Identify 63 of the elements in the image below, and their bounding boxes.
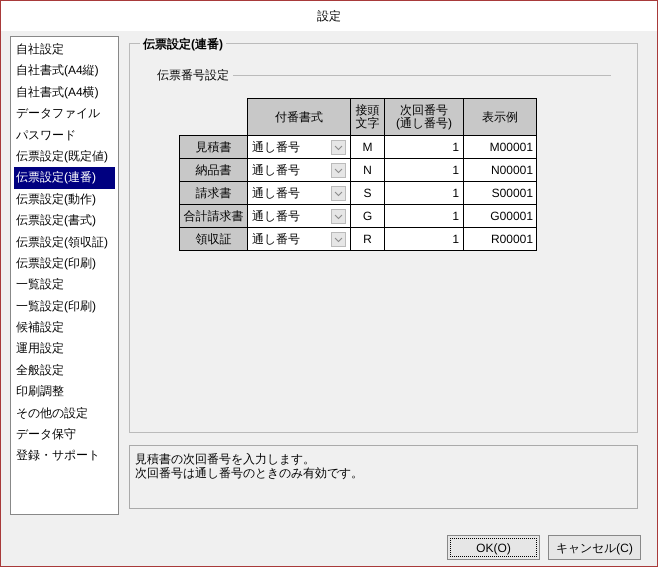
chevron-down-icon (331, 186, 346, 200)
window-title: 設定 (317, 8, 341, 25)
format-dropdown[interactable]: 通し番号 (248, 204, 350, 228)
column-header: 文字 (354, 117, 380, 130)
number-field[interactable]: 1 (384, 136, 464, 158)
sidebar-item[interactable]: 候補設定 (14, 317, 115, 338)
column-header: 接頭 (354, 104, 380, 117)
sidebar-item[interactable]: 登録・サポート (14, 445, 115, 467)
row-header: 領収証 (180, 228, 248, 250)
column-header: 付番書式 (274, 110, 324, 124)
row-header: 納品書 (180, 158, 248, 182)
dialog-button[interactable]: キャンセル(C) (548, 535, 641, 560)
chevron-down-icon (331, 140, 346, 154)
table-cell: M (350, 136, 384, 158)
number-field[interactable]: 1 (384, 204, 464, 228)
row-header: 合計請求書 (180, 204, 248, 228)
sidebar-item[interactable]: 自社書式(A4縦) (14, 60, 115, 82)
format-dropdown[interactable]: 通し番号 (248, 136, 350, 158)
table-cell: M00001 (464, 136, 536, 158)
sidebar-item[interactable]: 伝票設定(領収証) (14, 232, 115, 253)
chevron-down-icon (331, 232, 346, 246)
format-dropdown[interactable]: 通し番号 (248, 182, 350, 204)
sidebar-item[interactable]: 印刷調整 (14, 381, 115, 403)
table-cell: G00001 (464, 204, 536, 228)
sidebar-item[interactable]: 伝票設定(印刷) (14, 252, 115, 274)
table-cell: S00001 (464, 182, 536, 204)
table-cell: N (350, 158, 384, 182)
sidebar-item[interactable]: 自社設定 (14, 39, 115, 60)
table-cell: S (350, 182, 384, 204)
sidebar-item[interactable]: パスワード (14, 124, 115, 146)
sidebar-item[interactable]: 一覧設定(印刷) (14, 296, 115, 318)
sidebar-item[interactable]: 伝票設定(動作) (14, 188, 115, 210)
sidebar-item[interactable]: データ保守 (14, 424, 115, 446)
sidebar-item[interactable]: 伝票設定(書式) (14, 210, 115, 232)
chevron-down-icon (331, 208, 346, 224)
number-field[interactable]: 1 (384, 182, 464, 204)
section-title: 伝票番号設定 (157, 67, 229, 84)
row-header: 請求書 (180, 182, 248, 204)
number-field[interactable]: 1 (384, 228, 464, 250)
format-dropdown[interactable]: 通し番号 (248, 228, 350, 250)
help-text: 見積書の次回番号を入力します。 (135, 452, 316, 466)
sidebar-item[interactable]: 一覧設定 (14, 274, 115, 296)
row-header: 見積書 (180, 136, 248, 158)
column-header: 表示例 (481, 110, 519, 124)
table-cell: G (350, 204, 384, 228)
dialog-button[interactable]: OK(O) (447, 535, 540, 560)
sidebar-item[interactable]: データファイル (14, 103, 115, 125)
column-header: 次回番号 (399, 104, 449, 117)
sidebar-item[interactable]: 運用設定 (14, 338, 115, 360)
chevron-down-icon (331, 162, 346, 178)
sidebar-item[interactable]: その他の設定 (14, 402, 115, 424)
sidebar-item[interactable]: 伝票設定(連番) (14, 167, 115, 189)
sidebar-item[interactable]: 全般設定 (14, 360, 115, 382)
table-cell: R00001 (464, 228, 536, 250)
table-cell: R (350, 228, 384, 250)
table-cell: N00001 (464, 158, 536, 182)
group-title: 伝票設定(連番) (140, 35, 226, 53)
sidebar-item[interactable]: 伝票設定(既定値) (14, 146, 115, 168)
help-text: 次回番号は通し番号のときのみ有効です。 (135, 466, 364, 480)
sidebar-item[interactable]: 自社書式(A4横) (14, 82, 115, 104)
number-field[interactable]: 1 (384, 158, 464, 182)
column-header: (通し番号) (395, 117, 453, 130)
format-dropdown[interactable]: 通し番号 (248, 158, 350, 182)
